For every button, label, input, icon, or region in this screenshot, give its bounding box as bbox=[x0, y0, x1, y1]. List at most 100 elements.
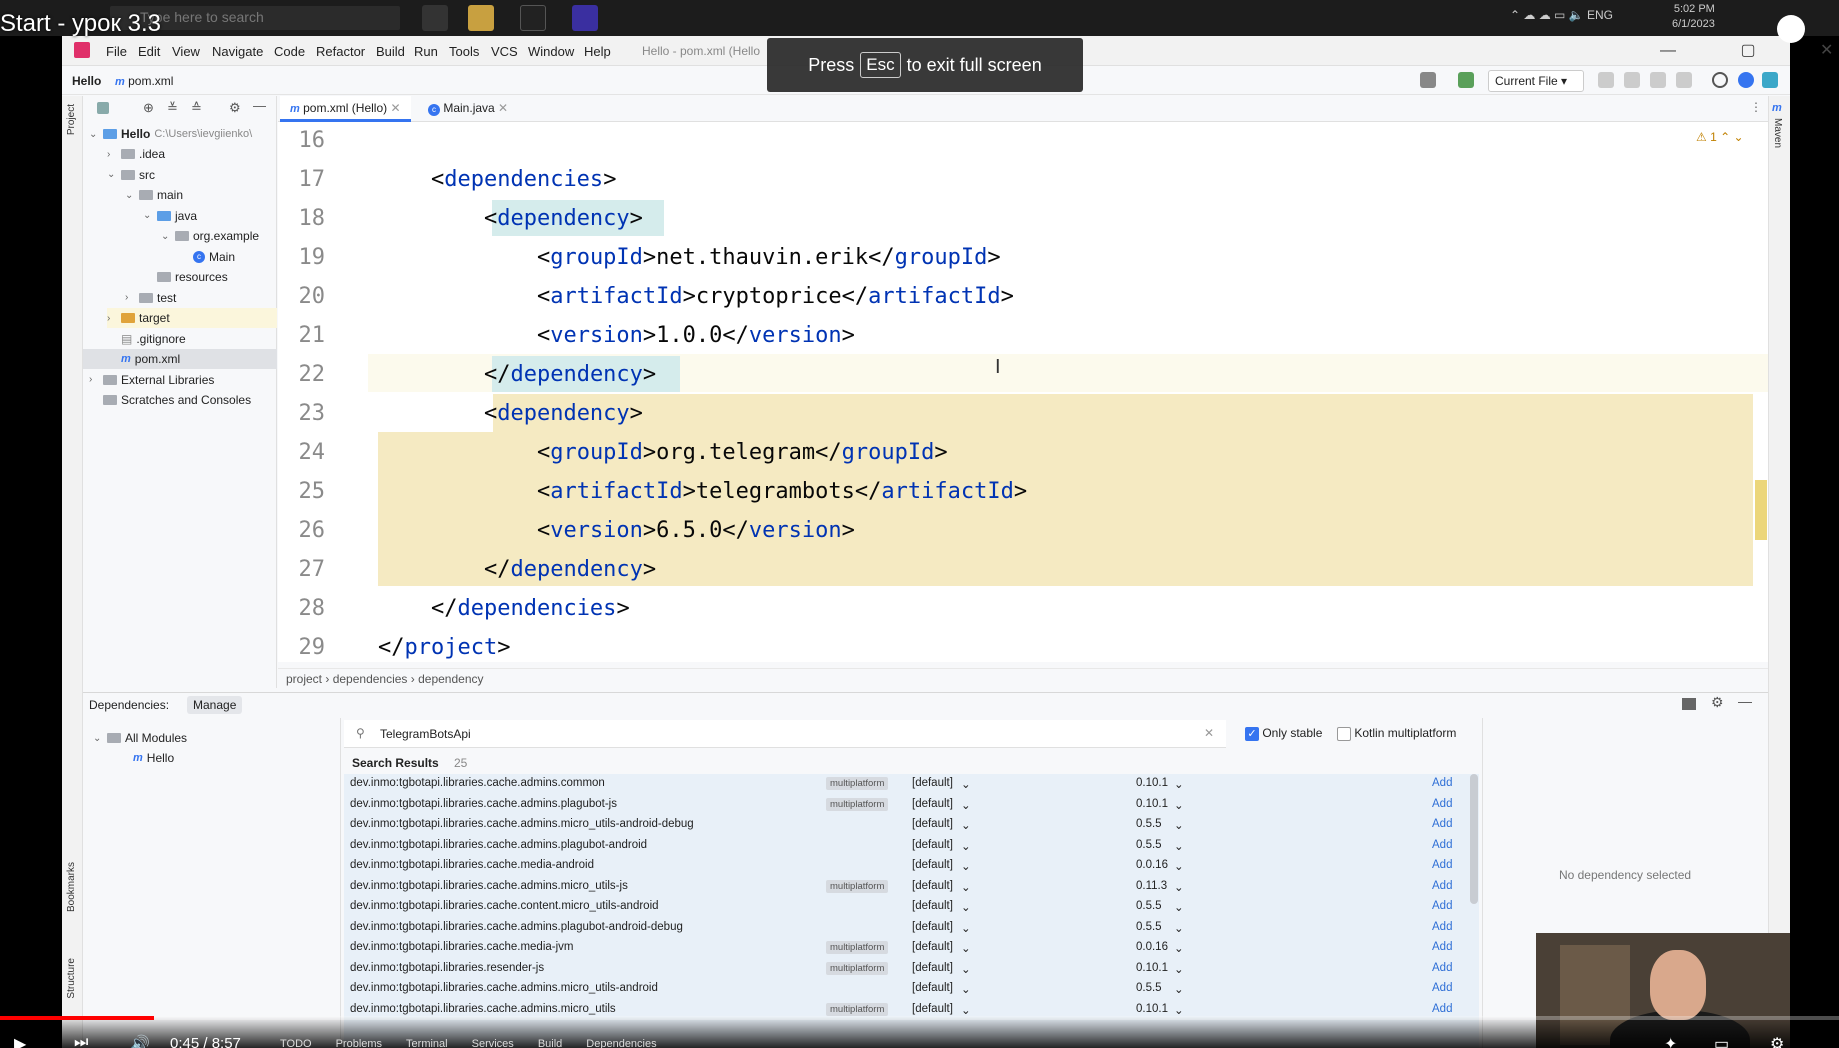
menu-window[interactable]: Window bbox=[528, 44, 574, 59]
layout-icon[interactable] bbox=[1682, 698, 1696, 710]
menu-vcs[interactable]: VCS bbox=[491, 44, 518, 59]
close-icon[interactable]: ✕ bbox=[390, 101, 400, 115]
version-select[interactable]: 0.5.5 bbox=[1136, 818, 1162, 830]
tree-root[interactable]: ⌄ Hello C:\Users\ievgiienko\ bbox=[89, 124, 252, 144]
nav-project[interactable]: Hello bbox=[72, 74, 101, 88]
result-row[interactable]: dev.inmo:tgbotapi.libraries.cache.admins… bbox=[344, 815, 1479, 836]
version-select[interactable]: 0.10.1 bbox=[1136, 777, 1168, 789]
add-dependency-button[interactable]: Add bbox=[1432, 859, 1452, 871]
modules-all[interactable]: ⌄ All Modules bbox=[93, 728, 187, 748]
project-view-icon[interactable] bbox=[97, 102, 109, 114]
scope-select[interactable]: [default] bbox=[912, 880, 953, 892]
nav-file[interactable]: m pom.xml bbox=[115, 74, 173, 88]
bottom-tab-todo[interactable]: TODO bbox=[280, 1038, 312, 1048]
result-row[interactable]: dev.inmo:tgbotapi.libraries.cache.admins… bbox=[344, 774, 1479, 795]
bottom-tab-dependencies[interactable]: Dependencies bbox=[586, 1038, 656, 1048]
tab-pom-xml[interactable]: m pom.xml (Hello) ✕ bbox=[280, 96, 411, 122]
clear-icon[interactable]: ✕ bbox=[1204, 726, 1214, 740]
warning-indicator[interactable]: ⚠ 1 ⌃ ⌄ bbox=[1696, 130, 1744, 144]
terminal-app-icon[interactable] bbox=[520, 5, 546, 31]
version-select[interactable]: 0.0.16 bbox=[1136, 859, 1168, 871]
tab-manage[interactable]: Manage bbox=[187, 696, 243, 714]
scope-select[interactable]: [default] bbox=[912, 962, 953, 974]
result-row[interactable]: dev.inmo:tgbotapi.libraries.cache.admins… bbox=[344, 877, 1479, 898]
user-icon[interactable] bbox=[1420, 72, 1436, 88]
scope-select[interactable]: [default] bbox=[912, 859, 953, 871]
scope-select[interactable]: [default] bbox=[912, 982, 953, 994]
captions-icon[interactable]: ▭ bbox=[1714, 1034, 1729, 1048]
version-select[interactable]: 0.11.3 bbox=[1136, 880, 1167, 892]
gear-icon[interactable]: ⚙ bbox=[1711, 694, 1724, 711]
scope-select[interactable]: [default] bbox=[912, 921, 953, 933]
breadcrumb-item[interactable]: dependency bbox=[418, 672, 483, 686]
menu-file[interactable]: File bbox=[106, 44, 127, 59]
scope-select[interactable]: [default] bbox=[912, 818, 953, 830]
window-controls[interactable]: — ▢ ✕ bbox=[1660, 40, 1839, 60]
settings-icon[interactable]: ⚙ bbox=[1770, 1034, 1784, 1048]
results-scrollbar[interactable] bbox=[1470, 774, 1478, 904]
result-row[interactable]: dev.inmo:tgbotapi.libraries.cache.media-… bbox=[344, 938, 1479, 959]
version-select[interactable]: 0.5.5 bbox=[1136, 839, 1162, 851]
kotlin-mp-checkbox[interactable]: Kotlin multiplatform bbox=[1337, 726, 1456, 741]
scope-select[interactable]: [default] bbox=[912, 798, 953, 810]
scope-select[interactable]: [default] bbox=[912, 900, 953, 912]
project-tool-button[interactable]: Project bbox=[66, 104, 77, 135]
tree-item-main[interactable]: ⌄ main bbox=[125, 185, 183, 205]
tree-item-scratches-and-consoles[interactable]: Scratches and Consoles bbox=[89, 390, 251, 410]
menu-help[interactable]: Help bbox=[584, 44, 611, 59]
menu-refactor[interactable]: Refactor bbox=[316, 44, 365, 59]
tree-item-test[interactable]: › test bbox=[125, 288, 176, 308]
menu-tools[interactable]: Tools bbox=[449, 44, 479, 59]
result-row[interactable]: dev.inmo:tgbotapi.libraries.cache.media-… bbox=[344, 856, 1479, 877]
tab-main-java[interactable]: c Main.java ✕ bbox=[418, 96, 518, 122]
menu-build[interactable]: Build bbox=[376, 44, 405, 59]
version-select[interactable]: 0.0.16 bbox=[1136, 941, 1168, 953]
add-dependency-button[interactable]: Add bbox=[1432, 941, 1452, 953]
build-hammer-icon[interactable] bbox=[1458, 72, 1474, 88]
search-icon[interactable] bbox=[1712, 72, 1728, 88]
version-select[interactable]: 0.5.5 bbox=[1136, 900, 1162, 912]
menu-view[interactable]: View bbox=[172, 44, 200, 59]
watch-later-icon[interactable] bbox=[1777, 15, 1805, 43]
result-row[interactable]: dev.inmo:tgbotapi.libraries.cache.admins… bbox=[344, 979, 1479, 1000]
hide-icon[interactable]: — bbox=[1738, 693, 1752, 709]
add-dependency-button[interactable]: Add bbox=[1432, 798, 1452, 810]
result-row[interactable]: dev.inmo:tgbotapi.libraries.cache.admins… bbox=[344, 918, 1479, 939]
scope-select[interactable]: [default] bbox=[912, 1003, 953, 1015]
add-dependency-button[interactable]: Add bbox=[1432, 818, 1452, 830]
task-view-icon[interactable] bbox=[422, 5, 448, 31]
file-explorer-icon[interactable] bbox=[468, 5, 494, 31]
update-icon[interactable] bbox=[1738, 72, 1754, 88]
intellij-app-icon[interactable] bbox=[572, 5, 598, 31]
add-dependency-button[interactable]: Add bbox=[1432, 839, 1452, 851]
next-icon[interactable]: ⏭ bbox=[74, 1034, 88, 1048]
tree-item-target[interactable]: › target bbox=[107, 308, 277, 328]
play-icon[interactable]: ▶ bbox=[14, 1034, 26, 1048]
bottom-tab-services[interactable]: Services bbox=[472, 1038, 514, 1048]
hide-icon[interactable]: — bbox=[253, 98, 266, 113]
stop-icon[interactable] bbox=[1676, 72, 1692, 88]
add-dependency-button[interactable]: Add bbox=[1432, 880, 1452, 892]
module-hello[interactable]: m Hello bbox=[133, 748, 174, 768]
menu-navigate[interactable]: Navigate bbox=[212, 44, 263, 59]
add-dependency-button[interactable]: Add bbox=[1432, 1003, 1452, 1015]
add-dependency-button[interactable]: Add bbox=[1432, 921, 1452, 933]
tree-item-main[interactable]: c Main bbox=[179, 247, 235, 267]
dependency-search-input[interactable]: ⚲ TelegramBotsApi ✕ bbox=[344, 720, 1226, 748]
menu-code[interactable]: Code bbox=[274, 44, 305, 59]
tree-item-src[interactable]: ⌄ src bbox=[107, 165, 155, 185]
bottom-tab-build[interactable]: Build bbox=[538, 1038, 562, 1048]
maven-tool-button[interactable]: m Maven bbox=[1772, 100, 1783, 148]
result-row[interactable]: dev.inmo:tgbotapi.libraries.cache.admins… bbox=[344, 836, 1479, 857]
more-tabs-icon[interactable]: ⋮ bbox=[1750, 100, 1762, 114]
add-dependency-button[interactable]: Add bbox=[1432, 982, 1452, 994]
coverage-icon[interactable] bbox=[1650, 72, 1666, 88]
version-select[interactable]: 0.10.1 bbox=[1136, 962, 1168, 974]
locate-icon[interactable]: ⊕ bbox=[143, 100, 154, 116]
expand-all-icon[interactable]: ≚ bbox=[167, 100, 178, 116]
scope-select[interactable]: [default] bbox=[912, 941, 953, 953]
breadcrumb-item[interactable]: project bbox=[286, 672, 322, 686]
structure-tool-button[interactable]: Structure bbox=[66, 958, 77, 999]
gear-icon[interactable]: ⚙ bbox=[229, 100, 241, 116]
collapse-all-icon[interactable]: ≙ bbox=[191, 100, 202, 116]
